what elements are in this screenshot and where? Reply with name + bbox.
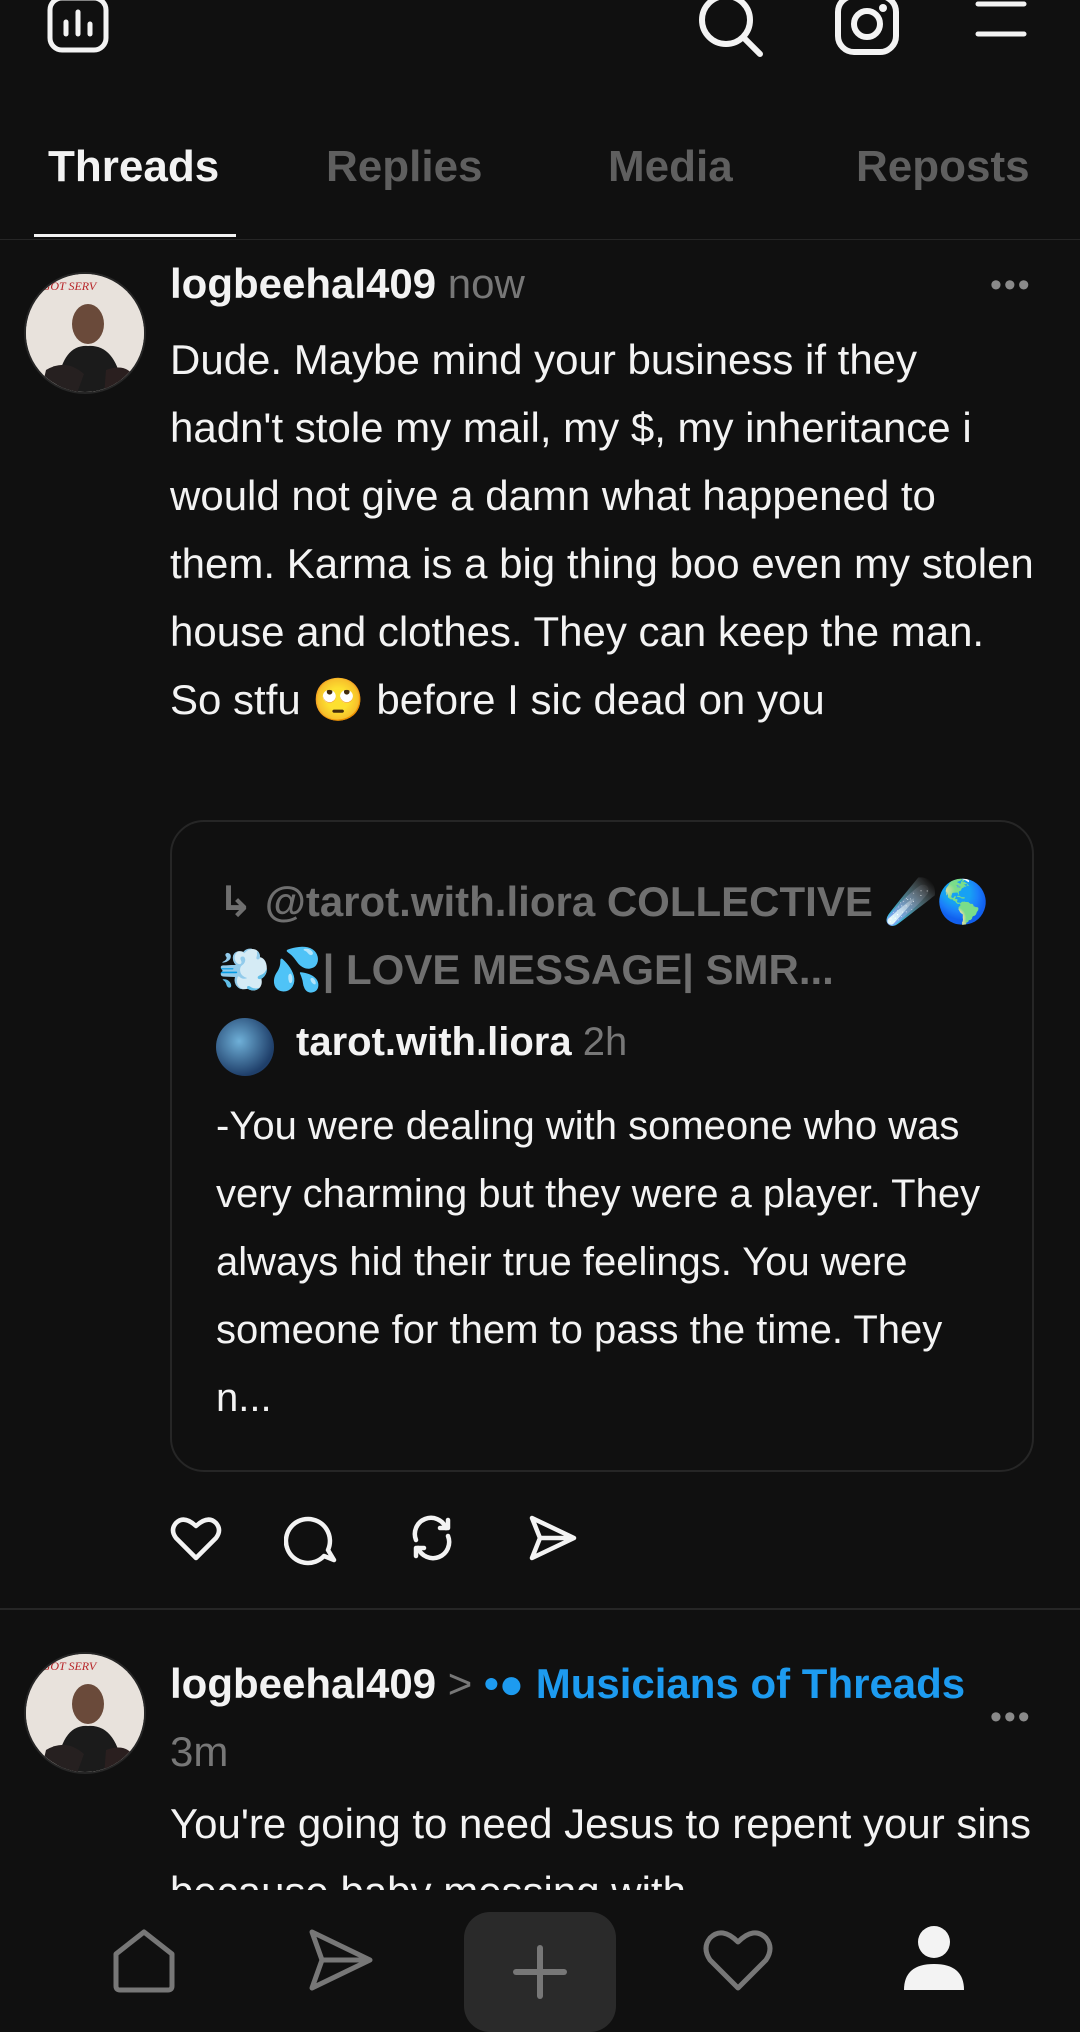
username[interactable]: logbeehal409 xyxy=(170,1660,436,1707)
avatar[interactable]: U GOT SERV xyxy=(24,1652,146,1774)
menu-icon[interactable] xyxy=(974,0,1028,46)
comment-icon[interactable] xyxy=(284,1510,340,1566)
post-actions xyxy=(168,1510,608,1570)
quoted-post-title: @tarot.with.liora COLLECTIVE ☄️🌎💨💦| LOVE… xyxy=(218,878,990,993)
username[interactable]: logbeehal409 xyxy=(170,260,436,307)
send-icon[interactable] xyxy=(300,1920,380,2000)
community-icon: •● xyxy=(483,1660,525,1707)
active-tab-indicator xyxy=(34,234,236,237)
quoted-avatar[interactable] xyxy=(216,1018,274,1076)
post-header: logbeehal409 now xyxy=(170,260,525,308)
tab-threads[interactable]: Threads xyxy=(48,142,219,192)
profile-icon[interactable] xyxy=(894,1920,974,2000)
repost-icon[interactable] xyxy=(404,1510,460,1566)
chevron-right-icon: > xyxy=(447,1660,473,1707)
avatar-logo-text: U GOT SERV xyxy=(30,279,98,293)
tab-media[interactable]: Media xyxy=(608,142,733,192)
more-options-icon[interactable]: ••• xyxy=(990,1698,1032,1737)
plus-icon xyxy=(513,1945,567,1999)
top-bar xyxy=(0,0,1080,100)
post-header: logbeehal409 > •● Musicians of Threads 3… xyxy=(170,1650,970,1786)
community-link[interactable]: Musicians of Threads xyxy=(536,1660,965,1707)
bottom-navigation xyxy=(0,1890,1080,2032)
instagram-icon[interactable] xyxy=(834,0,900,58)
quoted-timestamp: 2h xyxy=(582,1020,628,1064)
insights-icon[interactable] xyxy=(44,0,112,56)
tab-replies[interactable]: Replies xyxy=(326,142,483,192)
quoted-header: tarot.with.liora 2h xyxy=(296,1020,627,1065)
reply-arrow-icon: ↳ xyxy=(218,878,254,925)
post-divider xyxy=(0,1608,1080,1610)
quoted-post-reference: ↳ @tarot.with.liora COLLECTIVE ☄️🌎💨💦| LO… xyxy=(218,868,998,1004)
quoted-username[interactable]: tarot.with.liora xyxy=(296,1020,572,1064)
avatar[interactable]: U GOT SERV xyxy=(24,272,146,394)
more-options-icon[interactable]: ••• xyxy=(990,266,1032,305)
timestamp: now xyxy=(447,260,525,307)
tab-reposts[interactable]: Reposts xyxy=(856,142,1030,192)
new-thread-button[interactable] xyxy=(464,1912,616,2032)
search-icon[interactable] xyxy=(696,0,766,60)
avatar-logo-text: U GOT SERV xyxy=(30,1659,98,1673)
timestamp: 3m xyxy=(170,1728,229,1775)
like-icon[interactable] xyxy=(168,1510,224,1566)
profile-tabs: Threads Replies Media Reposts xyxy=(0,120,1080,240)
share-icon[interactable] xyxy=(524,1510,580,1566)
quoted-post-body: -You were dealing with someone who was v… xyxy=(216,1104,981,1420)
post-body: Dude. Maybe mind your business if they h… xyxy=(170,336,1034,723)
home-icon[interactable] xyxy=(104,1920,184,2000)
activity-icon[interactable] xyxy=(698,1920,778,2000)
quoted-post[interactable]: ↳ @tarot.with.liora COLLECTIVE ☄️🌎💨💦| LO… xyxy=(170,820,1034,1472)
